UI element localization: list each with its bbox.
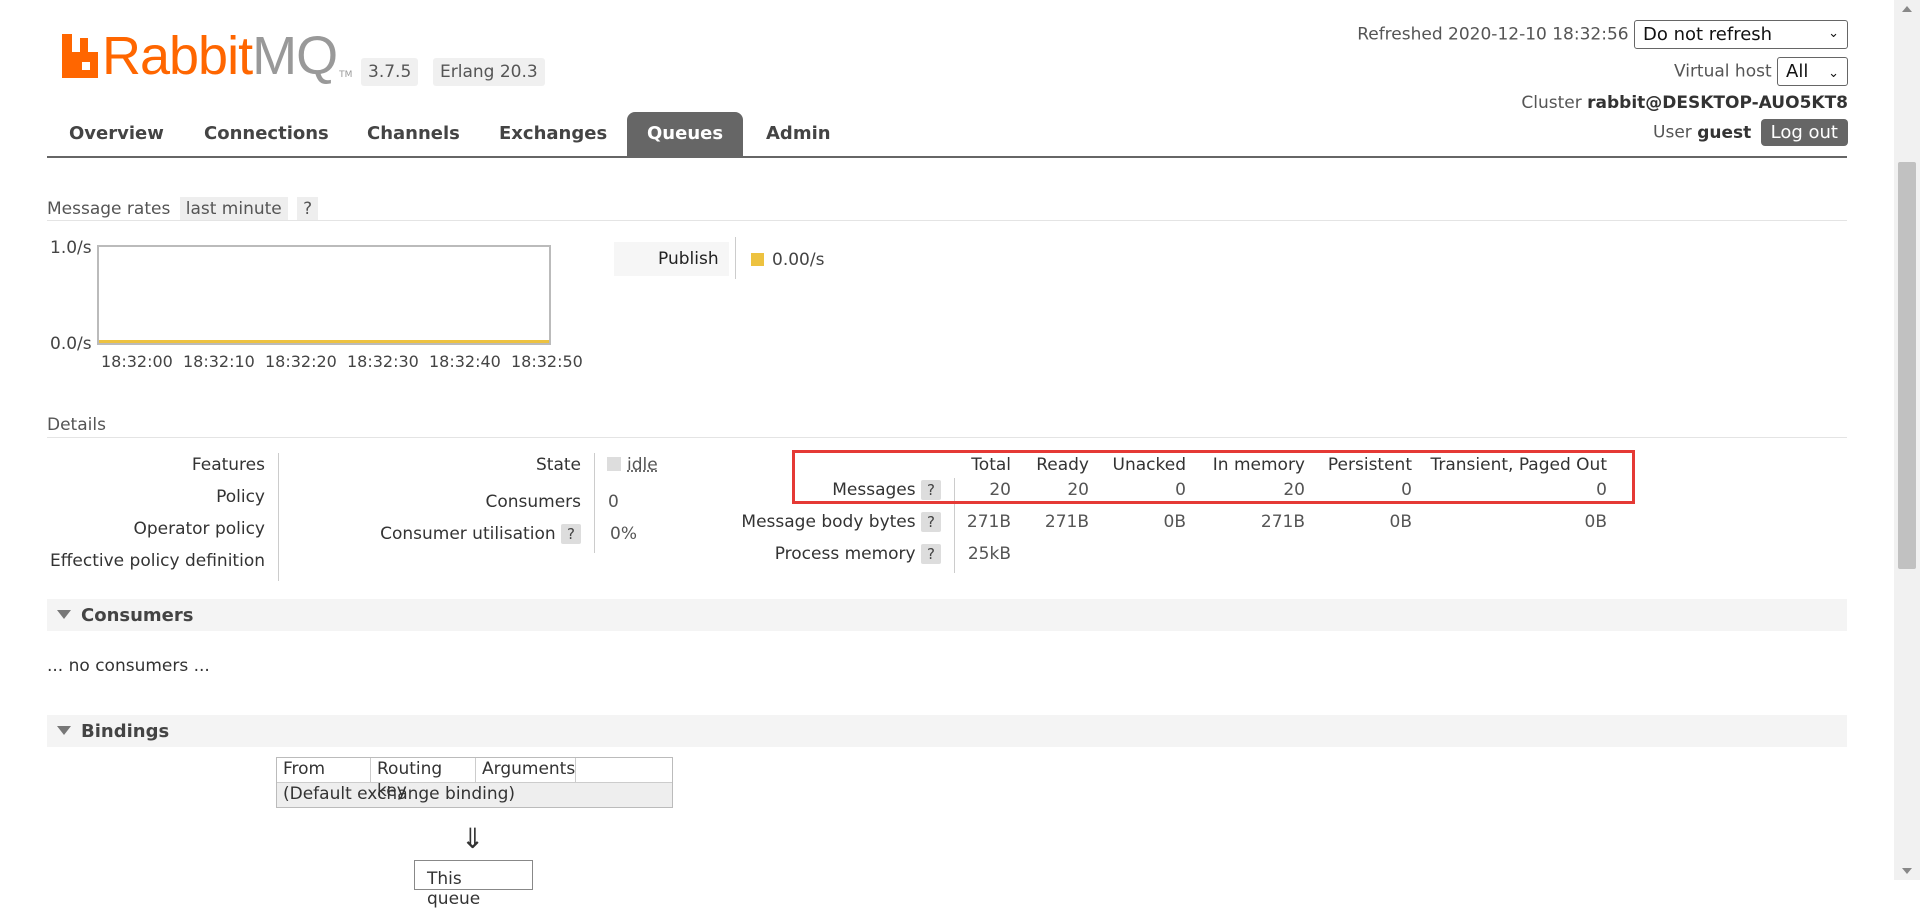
cluster-label: Cluster: [1521, 93, 1582, 113]
utilisation-help-button[interactable]: ?: [561, 524, 581, 544]
body-bytes-help-button[interactable]: ?: [921, 512, 941, 532]
publish-series-line: [99, 340, 549, 343]
message-rates-header: Message rates last minute ?: [47, 197, 319, 221]
rates-help-button[interactable]: ?: [297, 197, 319, 221]
this-queue-box: This queue: [414, 860, 533, 909]
down-arrow-icon: ⇓: [461, 822, 485, 855]
message-rates-chart: [97, 245, 551, 345]
publish-rate-value: 0.00/s: [751, 250, 824, 270]
divider: [594, 453, 595, 553]
scroll-down-arrow-icon[interactable]: [1902, 868, 1912, 874]
logo-wordmark: RabbitMQ: [102, 26, 338, 86]
collapse-triangle-icon: [57, 726, 71, 735]
consumers-value: 0: [608, 492, 619, 512]
refresh-row: Refreshed 2020-12-10 18:32:56 Do not ref…: [1357, 20, 1848, 49]
main-nav: Overview Connections Channels Exchanges …: [47, 112, 1847, 158]
process-memory-value: 25kB: [967, 544, 1011, 564]
y-axis-max-label: 1.0/s: [50, 238, 92, 258]
default-binding-row: (Default exchange binding): [277, 782, 672, 807]
cluster-name: rabbit@DESKTOP-AUO5KT8: [1587, 93, 1848, 113]
page-scrollbar[interactable]: [1894, 0, 1920, 880]
rabbit-logo-icon: [62, 34, 98, 78]
x-tick: 18:32:40: [429, 352, 501, 371]
x-tick: 18:32:30: [347, 352, 419, 371]
bindings-section-title: Bindings: [81, 721, 170, 742]
publish-legend-label[interactable]: Publish: [614, 242, 729, 276]
effective-policy-label: Effective policy definition: [49, 551, 265, 571]
consumers-section-toggle[interactable]: Consumers: [47, 599, 1847, 631]
state-indicator-icon: [607, 457, 621, 471]
process-memory-label: Process memory ?: [775, 544, 941, 564]
details-label: Details: [47, 415, 106, 435]
chevron-down-icon: ⌄: [1828, 66, 1839, 81]
vhost-select[interactable]: All ⌄: [1777, 57, 1848, 86]
refresh-select[interactable]: Do not refresh ⌄: [1634, 20, 1848, 49]
vhost-row: Virtual host All ⌄: [1674, 57, 1848, 86]
tab-channels[interactable]: Channels: [367, 112, 460, 156]
body-bytes-in-memory: 271B: [1260, 512, 1305, 532]
x-tick: 18:32:00: [101, 352, 173, 371]
tab-connections[interactable]: Connections: [204, 112, 329, 156]
vhost-label: Virtual host: [1673, 61, 1772, 82]
body-bytes-persistent: 0B: [1389, 512, 1412, 532]
col-header-routing-key: Routing key: [371, 758, 476, 801]
rabbitmq-logo[interactable]: RabbitMQ TM: [62, 28, 352, 84]
policy-label: Policy: [216, 487, 265, 507]
consumer-utilisation-value: 0%: [610, 524, 637, 544]
y-axis-min-label: 0.0/s: [50, 334, 92, 354]
col-header-from: From: [277, 758, 371, 782]
cluster-row: Cluster rabbit@DESKTOP-AUO5KT8: [1521, 93, 1848, 113]
erlang-badge: Erlang 20.3: [433, 58, 545, 86]
tab-queues[interactable]: Queues: [627, 112, 744, 156]
x-tick: 18:32:50: [511, 352, 583, 371]
divider: [278, 453, 279, 581]
logo-trademark: TM: [339, 70, 353, 80]
x-tick: 18:32:10: [183, 352, 255, 371]
message-body-bytes-label: Message body bytes ?: [741, 512, 941, 532]
tab-admin[interactable]: Admin: [766, 112, 831, 156]
state-value: idle: [607, 455, 658, 475]
body-bytes-total: 271B: [966, 512, 1011, 532]
bindings-header-row: From Routing key Arguments: [277, 758, 672, 801]
divider: [735, 237, 736, 279]
message-rates-label: Message rates: [47, 199, 171, 219]
process-memory-help-button[interactable]: ?: [921, 544, 941, 564]
consumers-label: Consumers: [485, 492, 581, 512]
publish-color-swatch: [751, 253, 764, 266]
state-label: State: [536, 455, 581, 475]
tab-exchanges[interactable]: Exchanges: [499, 112, 607, 156]
body-bytes-ready: 271B: [1044, 512, 1089, 532]
col-header-arguments: Arguments: [476, 758, 576, 782]
operator-policy-label: Operator policy: [133, 519, 265, 539]
version-badge: 3.7.5: [361, 58, 419, 86]
no-consumers-text: ... no consumers ...: [47, 656, 210, 676]
scroll-thumb[interactable]: [1898, 162, 1916, 569]
refreshed-label: Refreshed 2020-12-10 18:32:56: [1357, 24, 1629, 45]
scroll-up-arrow-icon[interactable]: [1902, 6, 1912, 12]
rate-period-selector[interactable]: last minute: [179, 197, 288, 221]
consumers-section-title: Consumers: [81, 605, 194, 626]
divider: [47, 220, 1847, 221]
body-bytes-transient: 0B: [1584, 512, 1607, 532]
features-label: Features: [191, 455, 265, 475]
bindings-table: From Routing key Arguments (Default exch…: [276, 757, 673, 808]
tab-overview[interactable]: Overview: [69, 112, 164, 156]
messages-highlight-box: [792, 450, 1635, 504]
bindings-section-toggle[interactable]: Bindings: [47, 715, 1847, 747]
body-bytes-unacked: 0B: [1163, 512, 1186, 532]
chevron-down-icon: ⌄: [1828, 26, 1839, 41]
divider: [47, 437, 1847, 438]
collapse-triangle-icon: [57, 610, 71, 619]
consumer-utilisation-label: Consumer utilisation ?: [380, 524, 581, 544]
x-tick: 18:32:20: [265, 352, 337, 371]
